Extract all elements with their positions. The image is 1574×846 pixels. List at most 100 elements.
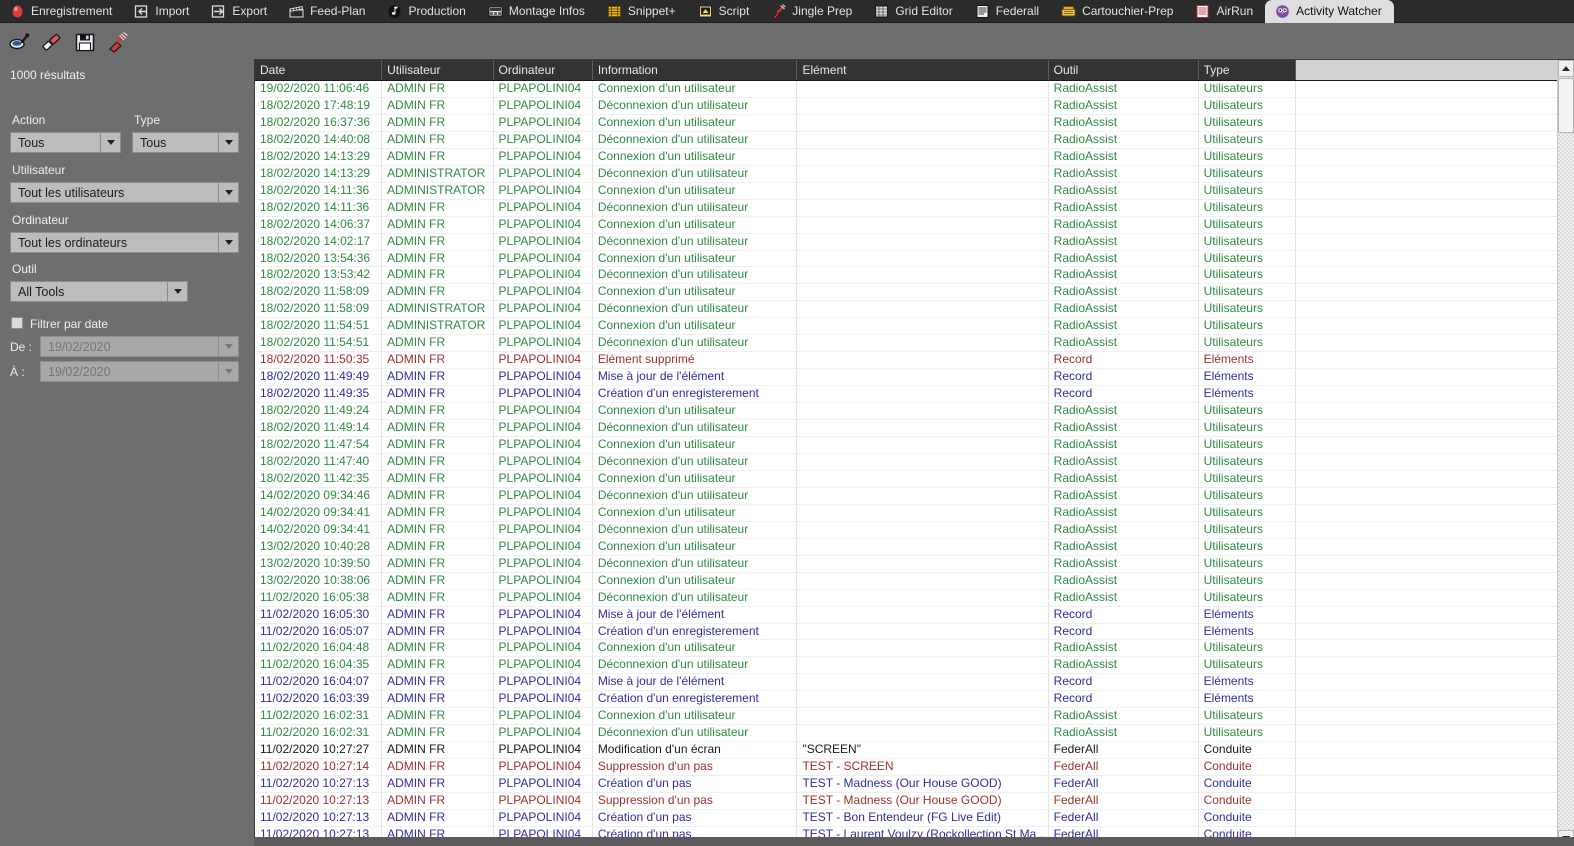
table-row[interactable]: 18/02/2020 11:54:51 ADMINISTRATOR PLPAPOLI… <box>255 317 1574 336</box>
chevron-down-icon[interactable] <box>218 337 238 356</box>
menu-item-activity-watcher[interactable]: Activity Watcher <box>1265 0 1394 23</box>
table-row[interactable]: 11/02/2020 16:05:30 ADMIN FR PLPAPOLINI04 M… <box>255 606 1574 624</box>
table-row[interactable]: 18/02/2020 11:54:51 ADMIN FR PLPAPOLINI04 D… <box>255 334 1574 353</box>
table-row[interactable]: 18/02/2020 11:47:54 ADMIN FR PLPAPOLINI04 C… <box>255 436 1574 454</box>
broom-icon[interactable] <box>107 31 129 53</box>
table-row[interactable]: 11/02/2020 16:04:07 ADMIN FR PLPAPOLINI04 M… <box>255 673 1574 692</box>
table-row[interactable]: 18/02/2020 11:58:09 ADMIN FR PLPAPOLINI04 C… <box>255 283 1574 302</box>
cell-utilisateur: ADMIN FR <box>381 470 494 488</box>
column-header-outil[interactable]: Outil <box>1048 60 1199 81</box>
chevron-down-icon[interactable] <box>100 133 120 152</box>
cell-type: Utilisateurs <box>1198 334 1296 353</box>
cell-outil: RadioAssist <box>1048 317 1199 336</box>
horizontal-scrollbar[interactable] <box>254 837 1574 846</box>
table-row[interactable]: 18/02/2020 11:42:35 ADMIN FR PLPAPOLINI04 C… <box>255 470 1574 488</box>
table-row[interactable]: 18/02/2020 14:13:29 ADMIN FR PLPAPOLINI04 C… <box>255 148 1574 166</box>
table-row[interactable]: 18/02/2020 14:02:17 ADMIN FR PLPAPOLINI04 D… <box>255 233 1574 251</box>
user-filter-select[interactable]: Tout les utilisateurs <box>10 182 239 203</box>
tool-filter-select[interactable]: All Tools <box>10 281 188 302</box>
chevron-down-icon[interactable] <box>167 282 187 301</box>
menu-item-grid-editor[interactable]: Grid Editor <box>864 0 964 23</box>
action-filter-select[interactable]: Tous <box>10 132 121 153</box>
table-row[interactable]: 18/02/2020 14:06:37 ADMIN FR PLPAPOLINI04 C… <box>255 216 1574 234</box>
menu-item-federall[interactable]: Federall <box>965 0 1051 23</box>
table-row[interactable]: 11/02/2020 10:27:13ADMIN FRPLPAPOLINI04S… <box>255 792 1574 810</box>
table-row[interactable]: 11/02/2020 10:27:13 ADMIN FR PLPAPOLINI04 C… <box>255 775 1574 794</box>
vertical-scrollbar[interactable] <box>1557 60 1574 846</box>
table-row[interactable]: 11/02/2020 16:05:07 ADMIN FR PLPAPOLINI04 C… <box>255 623 1574 641</box>
menu-item-airrun[interactable]: AirRun <box>1185 0 1265 23</box>
eraser-icon[interactable] <box>41 31 63 53</box>
table-row[interactable]: 18/02/2020 14:11:36 ADMIN FR PLPAPOLINI04 D… <box>255 199 1574 217</box>
table-row[interactable]: 18/02/2020 11:58:09 ADMINISTRATOR PLPAPOLI… <box>255 300 1574 319</box>
cell-spacer <box>1295 368 1574 387</box>
column-header-utilisateur[interactable]: Utilisateur <box>381 60 494 81</box>
table-row[interactable]: 14/02/2020 09:34:41 ADMIN FR PLPAPOLINI04 D… <box>255 521 1574 539</box>
type-filter-select[interactable]: Tous <box>132 132 239 153</box>
column-header-ordinateur[interactable]: Ordinateur <box>493 60 593 81</box>
table-row[interactable]: 18/02/2020 11:49:24 ADMIN FR PLPAPOLINI04 C… <box>255 402 1574 421</box>
menu-item-montage-infos[interactable]: Montage Infos <box>478 0 597 23</box>
cell-spacer <box>1295 555 1574 573</box>
table-row[interactable]: 11/02/2020 10:27:13 ADMIN FR PLPAPOLINI04 C… <box>255 809 1574 827</box>
column-header-information[interactable]: Information <box>592 60 798 81</box>
table-row[interactable]: 13/02/2020 10:39:50 ADMIN FR PLPAPOLINI04 D… <box>255 555 1574 573</box>
menu-item-import[interactable]: Import <box>124 0 201 23</box>
table-row[interactable]: 11/02/2020 10:27:14 ADMIN FR PLPAPOLINI04 S… <box>255 758 1574 777</box>
chevron-down-icon[interactable] <box>218 183 238 202</box>
chevron-down-icon[interactable] <box>218 133 238 152</box>
menu-item-script[interactable]: Script <box>688 0 762 23</box>
menu-item-enregistrement[interactable]: Enregistrement <box>0 0 124 23</box>
table-row[interactable]: 18/02/2020 11:50:35 ADMIN FR PLPAPOLINI04 E… <box>255 351 1574 370</box>
table-row[interactable]: 18/02/2020 11:49:14 ADMIN FR PLPAPOLINI04 D… <box>255 419 1574 438</box>
chevron-down-icon[interactable] <box>218 233 238 252</box>
table-row[interactable]: 18/02/2020 11:49:35 ADMIN FR PLPAPOLINI04 C… <box>255 385 1574 404</box>
table-row[interactable]: 11/02/2020 16:03:39 ADMIN FR PLPAPOLINI04 C… <box>255 690 1574 709</box>
table-row[interactable]: 18/02/2020 14:13:29 ADMINISTRATOR PLPAPOLI… <box>255 165 1574 183</box>
table-row[interactable]: 11/02/2020 16:02:31 ADMIN FR PLPAPOLINI04 C… <box>255 707 1574 726</box>
menu-item-production[interactable]: Production <box>377 0 477 23</box>
table-row[interactable]: 18/02/2020 13:54:36 ADMIN FR PLPAPOLINI04 C… <box>255 250 1574 268</box>
table-row[interactable]: 11/02/2020 16:04:35 ADMIN FR PLPAPOLINI04 D… <box>255 656 1574 675</box>
cell-ordinateur: PLPAPOLINI04 <box>493 216 593 234</box>
cell-information: Déconnexion d'un utilisateur <box>592 334 798 353</box>
menu-item-export[interactable]: Export <box>201 0 279 23</box>
column-header-spacer[interactable] <box>1295 60 1574 81</box>
menu-item-snippet[interactable]: Snippet+ <box>597 0 688 23</box>
cell-utilisateur: ADMIN FR <box>381 250 494 268</box>
cell-information: Elément supprimé <box>592 351 798 370</box>
table-row[interactable]: 13/02/2020 10:40:28 ADMIN FR PLPAPOLINI04 C… <box>255 538 1574 556</box>
table-row[interactable]: 18/02/2020 14:11:36 ADMINISTRATOR PLPAPOLI… <box>255 182 1574 200</box>
column-header-el-ment[interactable]: Elément <box>796 60 1049 81</box>
table-row[interactable]: 11/02/2020 16:05:38 ADMIN FR PLPAPOLINI04 D… <box>255 589 1574 607</box>
scroll-up-icon[interactable] <box>1558 60 1574 77</box>
cell-information: Suppression d'un pas <box>592 758 798 777</box>
search-pan-icon[interactable] <box>8 31 30 53</box>
table-row[interactable]: 19/02/2020 11:06:46 ADMIN FR PLPAPOLINI04 C… <box>255 80 1574 98</box>
date-from-input[interactable]: 19/02/2020 <box>40 336 239 357</box>
chevron-down-icon[interactable] <box>218 362 238 381</box>
table-row[interactable]: 18/02/2020 14:40:08 ADMIN FR PLPAPOLINI04 D… <box>255 131 1574 149</box>
scrollbar-thumb[interactable] <box>1558 78 1574 133</box>
menu-item-feed-plan[interactable]: Feed-Plan <box>279 0 377 23</box>
table-row[interactable]: 18/02/2020 13:53:42 ADMIN FR PLPAPOLINI04 D… <box>255 266 1574 285</box>
menu-item-cartouchier-prep[interactable]: Cartouchier-Prep <box>1051 0 1185 23</box>
date-to-label: À : <box>10 365 25 379</box>
table-row[interactable]: 18/02/2020 16:37:36 ADMIN FR PLPAPOLINI04 C… <box>255 114 1574 132</box>
menu-item-jingle-prep[interactable]: Jingle Prep <box>761 0 864 23</box>
save-floppy-icon[interactable] <box>74 31 96 53</box>
column-header-date[interactable]: Date <box>255 60 383 81</box>
table-row[interactable]: 18/02/2020 11:47:40 ADMIN FR PLPAPOLINI04 D… <box>255 453 1574 471</box>
table-row[interactable]: 11/02/2020 16:02:31 ADMIN FR PLPAPOLINI04 D… <box>255 724 1574 743</box>
filter-by-date-checkbox[interactable] <box>11 317 23 329</box>
table-row[interactable]: 11/02/2020 16:04:48 ADMIN FR PLPAPOLINI04 C… <box>255 639 1574 658</box>
table-row[interactable]: 18/02/2020 17:48:19 ADMIN FR PLPAPOLINI04 D… <box>255 97 1574 115</box>
table-row[interactable]: 13/02/2020 10:38:06 ADMIN FR PLPAPOLINI04 C… <box>255 572 1574 590</box>
table-row[interactable]: 14/02/2020 09:34:41 ADMIN FR PLPAPOLINI04 C… <box>255 504 1574 522</box>
computer-filter-select[interactable]: Tout les ordinateurs <box>10 232 239 253</box>
table-row[interactable]: 11/02/2020 10:27:27 ADMIN FR PLPAPOLINI04 M… <box>255 741 1574 760</box>
table-row[interactable]: 18/02/2020 11:49:49 ADMIN FR PLPAPOLINI04 M… <box>255 368 1574 387</box>
column-header-type[interactable]: Type <box>1198 60 1296 81</box>
date-to-input[interactable]: 19/02/2020 <box>40 361 239 382</box>
table-row[interactable]: 14/02/2020 09:34:46 ADMIN FR PLPAPOLINI04 D… <box>255 487 1574 505</box>
